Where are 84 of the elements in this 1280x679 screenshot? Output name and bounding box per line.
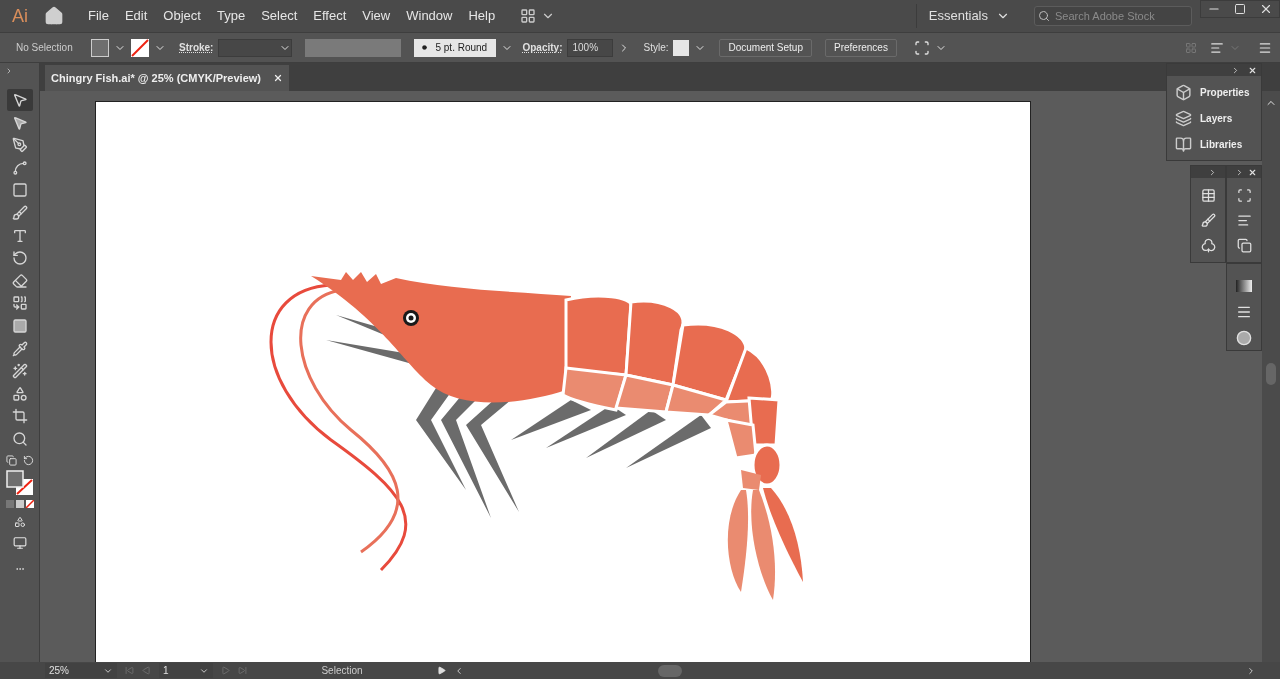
scroll-thumb[interactable] <box>658 664 682 677</box>
rotate-icon <box>11 250 28 267</box>
style-label: Style: <box>643 41 669 55</box>
artboard-field[interactable]: 1 <box>159 663 213 678</box>
pen-nib-icon <box>11 137 28 154</box>
close-icon[interactable] <box>1248 167 1257 177</box>
document-tab[interactable]: Chingry Fish.ai* @ 25% (CMYK/Preview) <box>45 65 289 91</box>
menu-item[interactable]: Object <box>155 4 209 28</box>
status-menu-icon[interactable] <box>437 666 446 675</box>
expand-icon[interactable] <box>1208 167 1217 177</box>
menu-item[interactable]: Type <box>208 4 254 28</box>
app-logo: Ai <box>11 4 29 28</box>
screen-mode-icon[interactable] <box>11 535 28 550</box>
fill-swatch[interactable] <box>91 38 109 57</box>
dot-icon <box>422 45 428 50</box>
pointer-icon <box>11 92 28 108</box>
menu-item[interactable]: File <box>80 4 117 28</box>
book-icon <box>1175 135 1192 153</box>
no-stroke-swatch-icon[interactable] <box>131 38 149 57</box>
curve-icon <box>11 159 28 176</box>
layers-icon <box>1175 109 1192 127</box>
panel-button[interactable]: Layers <box>1167 108 1261 128</box>
stroke-label: Stroke: <box>179 41 214 55</box>
brush-dropdown[interactable]: 5 pt. Round <box>414 38 497 57</box>
club-icon[interactable] <box>1200 238 1216 253</box>
current-tool-label: Selection <box>320 664 364 678</box>
first-artboard-icon <box>125 666 134 675</box>
stroke-weight-field[interactable] <box>218 38 293 57</box>
eyedropper-icon <box>11 340 28 357</box>
crop-icon <box>11 408 28 425</box>
menu-item[interactable]: Effect <box>305 4 355 28</box>
close-icon[interactable] <box>1248 65 1257 75</box>
pathfinder-icon[interactable] <box>1236 238 1252 253</box>
eraser-icon <box>11 272 28 289</box>
expand-icon[interactable] <box>1235 167 1244 177</box>
swatches-icon[interactable] <box>1200 188 1216 203</box>
search-field[interactable]: Search Adobe Stock <box>1034 6 1192 26</box>
shapes-icon <box>11 385 28 402</box>
control-button[interactable]: Preferences <box>825 38 897 57</box>
opacity-field[interactable]: 100% <box>567 38 614 57</box>
fill-stroke-swatches-icon[interactable] <box>5 469 34 496</box>
panel-button[interactable]: Properties <box>1167 82 1261 102</box>
control-button[interactable]: Document Setup <box>719 38 812 57</box>
home-icon[interactable] <box>44 6 64 26</box>
next-artboard-icon <box>221 666 230 675</box>
type-icon <box>11 227 28 244</box>
workspace-switcher[interactable]: Essentials <box>915 4 1022 28</box>
rectangle-icon <box>11 182 28 199</box>
last-artboard-icon <box>238 666 247 675</box>
close-icon[interactable] <box>273 73 283 83</box>
menu-item[interactable]: Help <box>460 4 504 28</box>
gradient-square-icon <box>11 317 28 334</box>
menu-item[interactable]: Window <box>398 4 461 28</box>
menu-icon[interactable] <box>1258 40 1272 55</box>
variable-width-field[interactable] <box>305 38 402 57</box>
draw-mode-icon[interactable] <box>13 515 26 528</box>
cube-icon <box>1175 83 1192 101</box>
tool-button[interactable] <box>6 89 33 111</box>
selection-status: No Selection <box>15 41 74 55</box>
scroll-thumb[interactable] <box>1266 363 1276 385</box>
arrange-documents-icon[interactable] <box>519 8 538 24</box>
search-icon <box>1038 10 1050 22</box>
color-mode-icon[interactable] <box>5 499 34 508</box>
magic-wand-icon <box>11 363 28 380</box>
swap-colors-icon[interactable] <box>22 454 34 466</box>
menu-item[interactable]: Select <box>253 4 306 28</box>
brush-icon <box>11 204 28 221</box>
zoom-field[interactable]: 25% <box>45 663 117 678</box>
previous-artboard-icon <box>142 666 151 675</box>
chevron-right-icon[interactable] <box>1246 665 1256 676</box>
zoom-icon <box>11 430 28 447</box>
filled-pointer-icon <box>11 114 28 131</box>
style-swatch[interactable] <box>673 39 690 56</box>
panel-button[interactable]: Libraries <box>1167 134 1261 154</box>
gradient-icon[interactable] <box>1236 280 1252 292</box>
expand-icon[interactable] <box>1231 65 1240 75</box>
opacity-label: Opacity: <box>522 41 563 55</box>
stroke-icon[interactable] <box>1236 304 1252 320</box>
menu-item[interactable]: View <box>354 4 399 28</box>
chevron-left-icon[interactable] <box>454 665 464 676</box>
brushes-icon[interactable] <box>1200 213 1216 228</box>
menu-item[interactable]: Edit <box>116 4 156 28</box>
shape-builder-icon <box>11 295 28 312</box>
default-colors-icon[interactable] <box>5 454 17 466</box>
